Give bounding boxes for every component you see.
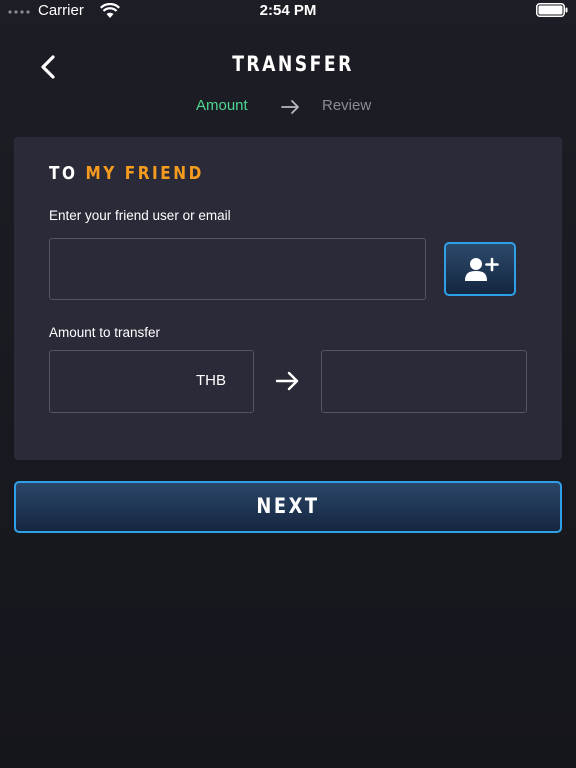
step-review: Review bbox=[322, 97, 372, 114]
step-indicator: Amount Review bbox=[0, 97, 576, 117]
arrow-right-icon bbox=[281, 100, 299, 114]
next-button-label: NEXT bbox=[256, 494, 320, 518]
arrow-right-icon bbox=[275, 371, 299, 391]
friend-field-label: Enter your friend user or email bbox=[49, 208, 231, 223]
add-user-icon bbox=[465, 257, 499, 281]
add-friend-button[interactable] bbox=[444, 242, 516, 296]
battery-icon bbox=[536, 3, 568, 17]
amount-field: THB bbox=[49, 350, 254, 413]
transfer-card: TO MY FRIEND Enter your friend user or e… bbox=[14, 137, 562, 460]
page-title: TRANSFER bbox=[232, 52, 354, 76]
currency-label: THB bbox=[196, 372, 226, 389]
card-title-highlight: MY FRIEND bbox=[85, 163, 204, 184]
card-title-prefix: TO bbox=[49, 163, 78, 184]
friend-input[interactable] bbox=[49, 238, 426, 300]
amount-input[interactable] bbox=[50, 351, 180, 412]
step-amount: Amount bbox=[196, 97, 248, 114]
converted-amount-input[interactable] bbox=[321, 350, 527, 413]
amount-field-label: Amount to transfer bbox=[49, 325, 161, 340]
card-title: TO MY FRIEND bbox=[49, 163, 204, 184]
next-button[interactable]: NEXT bbox=[14, 481, 562, 533]
status-time: 2:54 PM bbox=[259, 2, 317, 19]
status-bar: Carrier 2:54 PM bbox=[0, 0, 576, 22]
